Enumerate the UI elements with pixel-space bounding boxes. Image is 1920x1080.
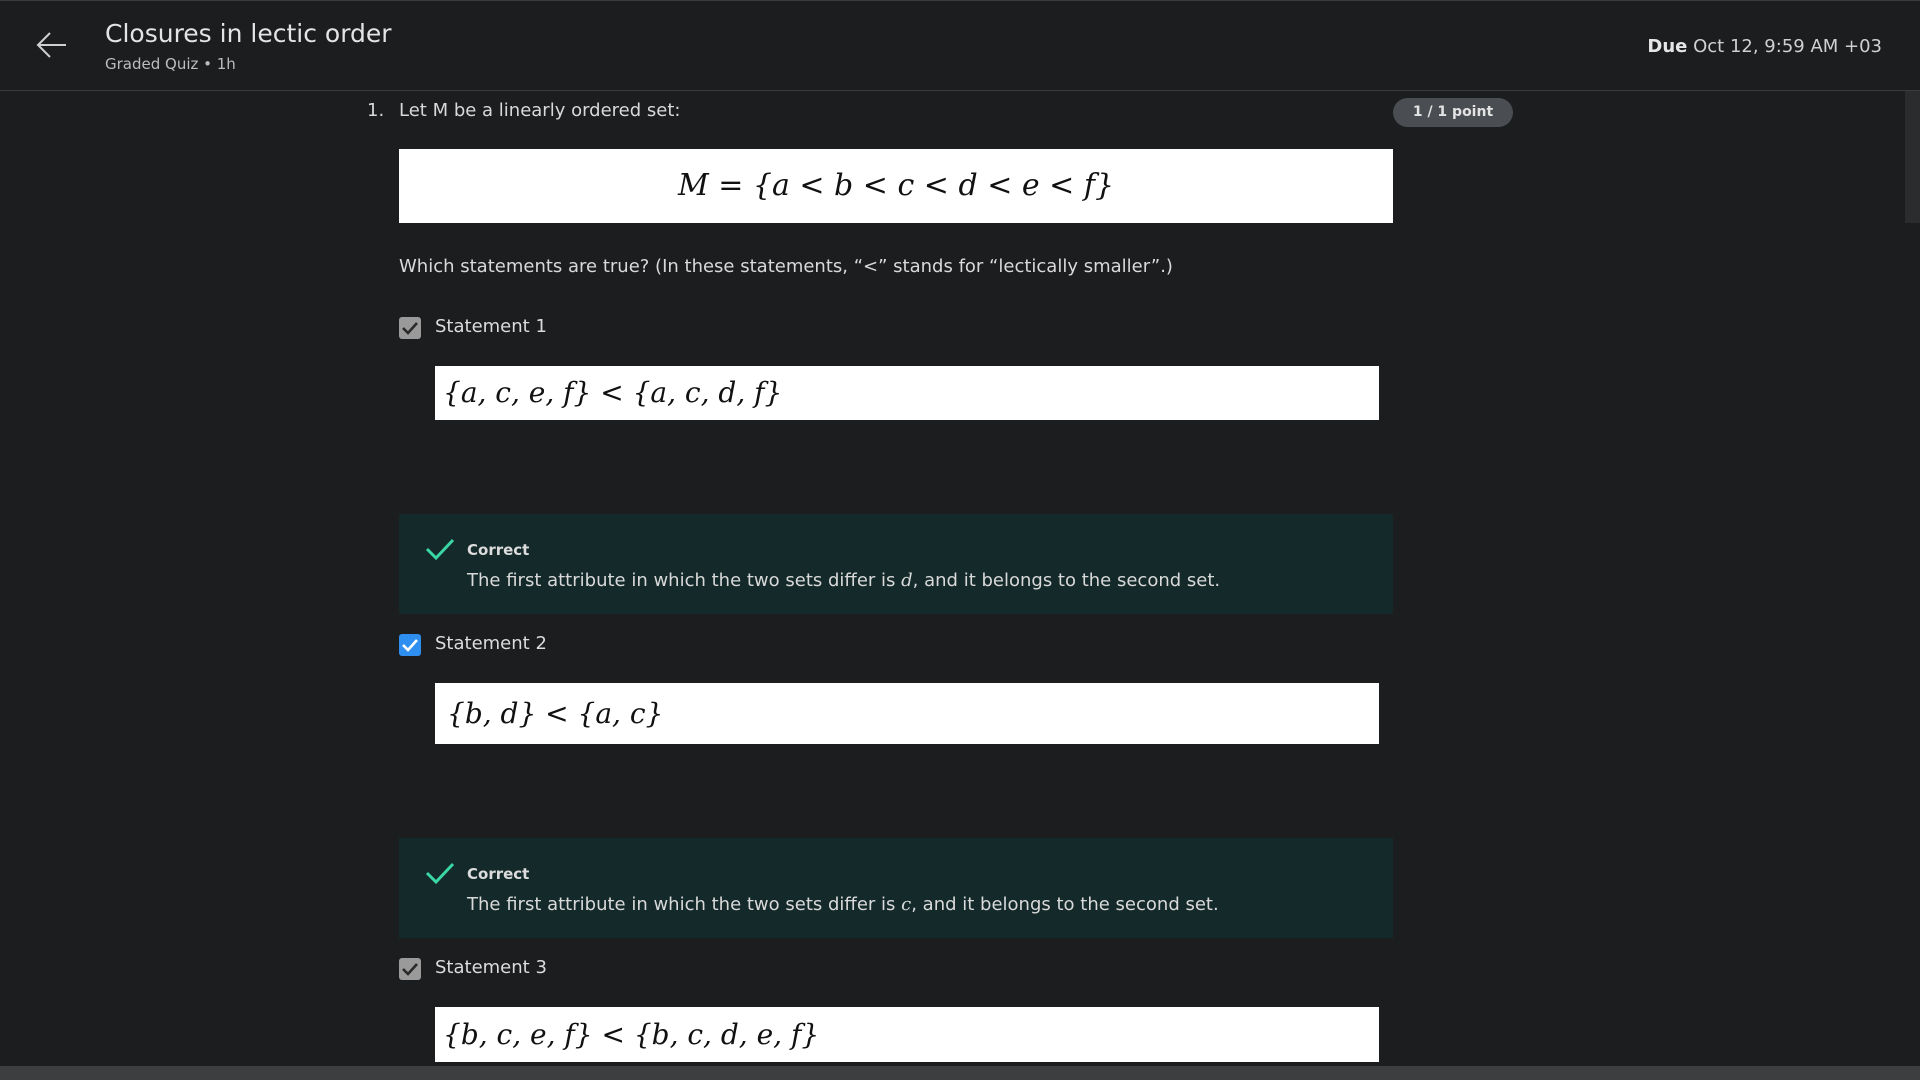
check-icon bbox=[425, 538, 455, 561]
quiz-subtitle: Graded Quiz • 1h bbox=[105, 55, 236, 73]
statement-2-checkbox[interactable] bbox=[399, 634, 421, 656]
feedback-title: Correct bbox=[467, 865, 530, 883]
feedback-variable: c bbox=[901, 894, 912, 915]
feedback-text: The first attribute in which the two set… bbox=[467, 570, 1221, 591]
statement-1-feedback: Correct The first attribute in which the… bbox=[399, 514, 1393, 614]
checkmark-icon bbox=[402, 322, 418, 335]
question-number: 1. bbox=[367, 100, 385, 121]
question-prompt: Which statements are true? (In these sta… bbox=[399, 256, 1173, 277]
statement-1-label: Statement 1 bbox=[435, 316, 547, 337]
points-badge: 1 / 1 point bbox=[1393, 98, 1513, 127]
due-date: Due Oct 12, 9:59 AM +03 bbox=[1647, 36, 1882, 57]
quiz-title: Closures in lectic order bbox=[105, 19, 392, 48]
statement-1-formula: {a, c, e, f} < {a, c, d, f} bbox=[435, 366, 1379, 420]
due-value: Oct 12, 9:59 AM +03 bbox=[1693, 36, 1882, 57]
checkmark-icon bbox=[402, 963, 418, 976]
feedback-variable: d bbox=[901, 570, 913, 591]
statement-3-formula: {b, c, e, f} < {b, c, d, e, f} bbox=[435, 1007, 1379, 1062]
question-text: Let M be a linearly ordered set: bbox=[399, 100, 681, 121]
set-formula: M = {a < b < c < d < e < f} bbox=[399, 149, 1393, 223]
page-header: Closures in lectic order Graded Quiz • 1… bbox=[0, 0, 1920, 91]
check-icon bbox=[425, 862, 455, 885]
vertical-scrollbar-thumb[interactable] bbox=[1905, 91, 1920, 223]
back-arrow-icon[interactable] bbox=[34, 27, 70, 63]
vertical-scrollbar-track[interactable] bbox=[1905, 91, 1920, 1066]
statement-2-feedback: Correct The first attribute in which the… bbox=[399, 838, 1393, 938]
statement-3-label: Statement 3 bbox=[435, 957, 547, 978]
statement-1-checkbox[interactable] bbox=[399, 317, 421, 339]
feedback-text: The first attribute in which the two set… bbox=[467, 894, 1219, 915]
checkmark-icon bbox=[402, 639, 418, 652]
horizontal-scrollbar[interactable] bbox=[0, 1066, 1920, 1080]
feedback-title: Correct bbox=[467, 541, 530, 559]
due-label: Due bbox=[1647, 36, 1688, 57]
statement-2-label: Statement 2 bbox=[435, 633, 547, 654]
statement-3-checkbox[interactable] bbox=[399, 958, 421, 980]
statement-2-formula: {b, d} < {a, c} bbox=[435, 683, 1379, 744]
